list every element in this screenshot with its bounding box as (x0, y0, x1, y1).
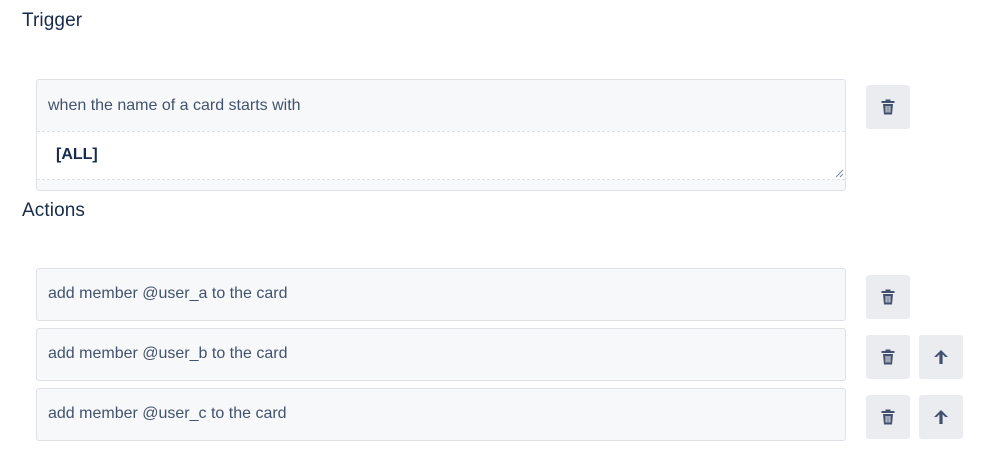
action-card-3[interactable]: add member @user_c to the card (36, 388, 846, 441)
trash-icon (881, 409, 895, 425)
actions-heading: Actions (22, 200, 86, 221)
action-1-delete-button[interactable] (866, 275, 910, 319)
trash-icon (881, 99, 895, 115)
action-3-delete-button[interactable] (866, 395, 910, 439)
trash-icon (881, 289, 895, 305)
action-label-1: add member @user_a to the card (48, 285, 288, 302)
trash-icon (881, 349, 895, 365)
trigger-name-textarea[interactable]: [ALL] (37, 131, 845, 180)
trigger-condition-text: when the name of a card starts with (48, 97, 301, 114)
resize-handle-icon[interactable] (834, 168, 844, 178)
action-card-2[interactable]: add member @user_b to the card (36, 328, 846, 381)
action-label-3: add member @user_c to the card (48, 405, 287, 422)
arrow-up-icon (934, 410, 948, 424)
trigger-name-value: [ALL] (56, 146, 98, 163)
action-2-delete-button[interactable] (866, 335, 910, 379)
action-label-2: add member @user_b to the card (48, 345, 288, 362)
arrow-up-icon (934, 350, 948, 364)
trigger-delete-button[interactable] (866, 85, 910, 129)
action-2-move-up-button[interactable] (919, 335, 963, 379)
action-card-1[interactable]: add member @user_a to the card (36, 268, 846, 321)
action-3-move-up-button[interactable] (919, 395, 963, 439)
trigger-heading: Trigger (22, 10, 83, 31)
trigger-card[interactable]: when the name of a card starts with [ALL… (36, 79, 846, 191)
